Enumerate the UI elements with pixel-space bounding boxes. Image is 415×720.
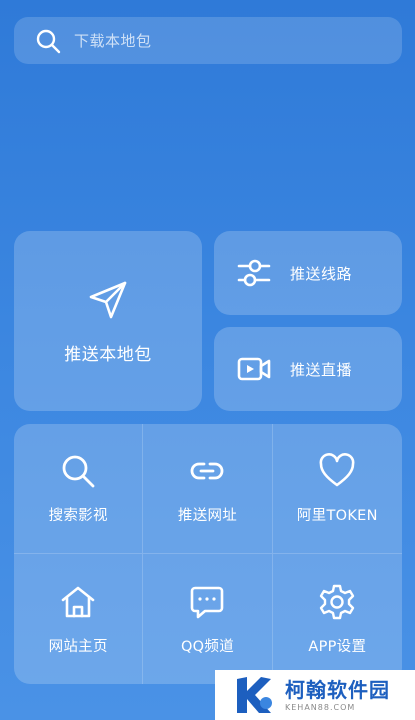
sliders-icon <box>236 255 272 291</box>
website-home-button[interactable]: 网站主页 <box>14 554 144 684</box>
watermark: 柯翰软件园 KEHAN88.COM <box>215 670 415 720</box>
video-icon <box>236 351 272 387</box>
search-icon <box>34 27 62 55</box>
feature-grid: 搜索影视 推送网址 阿里TOKEN 网站主页 QQ频道 APP设置 <box>14 424 402 684</box>
qq-channel-label: QQ频道 <box>180 638 234 655</box>
website-home-label: 网站主页 <box>48 638 108 655</box>
push-url-button[interactable]: 推送网址 <box>143 424 273 554</box>
app-settings-label: APP设置 <box>308 638 367 655</box>
push-route-label: 推送线路 <box>290 264 353 283</box>
search-bar[interactable]: 下载本地包 <box>14 17 402 64</box>
ali-token-label: 阿里TOKEN <box>296 508 378 524</box>
push-url-label: 推送网址 <box>177 508 238 524</box>
chat-icon <box>188 583 226 621</box>
push-live-button[interactable]: 推送直播 <box>214 327 402 411</box>
search-icon <box>59 452 97 490</box>
push-live-label: 推送直播 <box>290 360 353 379</box>
push-local-package-button[interactable]: 推送本地包 <box>14 231 202 411</box>
heart-icon <box>318 452 356 490</box>
app-settings-button[interactable]: APP设置 <box>273 554 402 684</box>
push-route-button[interactable]: 推送线路 <box>214 231 402 315</box>
home-icon <box>59 583 97 621</box>
watermark-url: KEHAN88.COM <box>285 703 356 712</box>
push-local-package-label: 推送本地包 <box>64 344 152 365</box>
send-icon <box>86 278 130 322</box>
ali-token-button[interactable]: 阿里TOKEN <box>272 424 402 554</box>
link-icon <box>188 452 226 490</box>
watermark-brand: 柯翰软件园 <box>285 678 390 702</box>
brand-logo-icon <box>231 673 275 717</box>
gear-icon <box>318 583 356 621</box>
search-movies-button[interactable]: 搜索影视 <box>14 424 144 554</box>
search-movies-label: 搜索影视 <box>48 508 108 524</box>
qq-channel-button[interactable]: QQ频道 <box>143 554 273 684</box>
search-placeholder: 下载本地包 <box>74 32 152 50</box>
